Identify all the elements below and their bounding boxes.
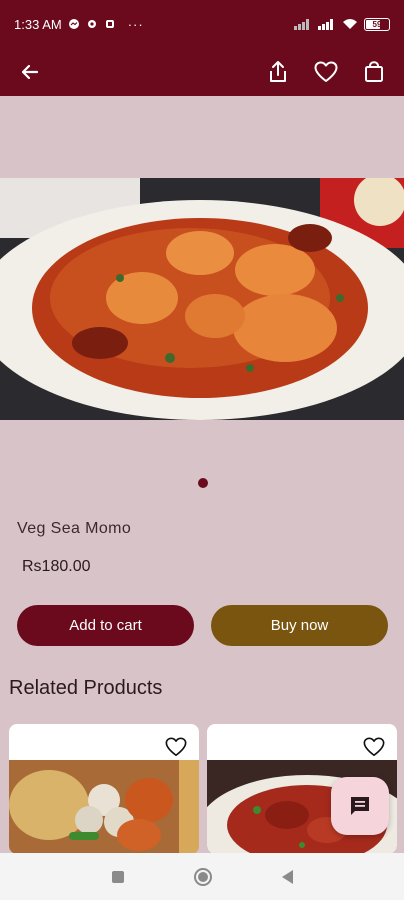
buy-now-button[interactable]: Buy now <box>211 605 388 646</box>
cart-button[interactable] <box>360 58 388 86</box>
signal-2-icon <box>318 19 333 30</box>
wifi-icon <box>343 19 357 29</box>
status-time: 1:33 AM <box>14 16 62 32</box>
messenger-icon <box>68 19 79 29</box>
battery-level: 59 <box>372 19 382 29</box>
favorite-button[interactable] <box>312 58 340 86</box>
status-bar: 1:33 AM ··· 59 <box>0 0 404 48</box>
add-to-cart-button[interactable]: Add to cart <box>17 605 194 646</box>
app-notification-icon <box>105 20 114 28</box>
related-product-image <box>9 760 199 854</box>
system-navigation-bar <box>0 853 404 900</box>
momo-dish-image <box>0 178 404 420</box>
chat-button[interactable] <box>331 777 389 835</box>
chat-icon <box>351 797 369 815</box>
product-name: Veg Sea Momo <box>17 520 132 537</box>
share-button[interactable] <box>264 58 292 86</box>
status-right: 59 <box>294 17 390 31</box>
back-button[interactable] <box>16 58 44 86</box>
product-price: Rs180.00 <box>22 558 91 575</box>
heart-icon[interactable] <box>363 736 385 758</box>
heart-icon[interactable] <box>165 736 187 758</box>
settings-gear-icon <box>87 20 96 28</box>
recents-button[interactable] <box>111 870 124 883</box>
heart-icon <box>314 61 338 82</box>
app-bar <box>0 48 404 96</box>
home-icon <box>197 871 208 882</box>
back-arrow-icon <box>21 64 39 80</box>
home-button[interactable] <box>193 867 212 886</box>
status-left: 1:33 AM ··· <box>14 17 144 32</box>
product-image[interactable] <box>0 178 404 420</box>
related-products-heading: Related Products <box>9 677 163 699</box>
battery-icon: 59 <box>364 17 390 31</box>
shopping-bag-icon <box>365 61 383 82</box>
share-icon <box>270 61 286 82</box>
more-notifications: ··· <box>127 16 144 32</box>
carousel-indicator[interactable] <box>198 478 208 488</box>
system-back-button[interactable] <box>281 869 293 884</box>
related-product-card[interactable] <box>9 724 199 854</box>
app-bar-actions <box>264 58 388 86</box>
signal-1-icon <box>294 19 309 30</box>
